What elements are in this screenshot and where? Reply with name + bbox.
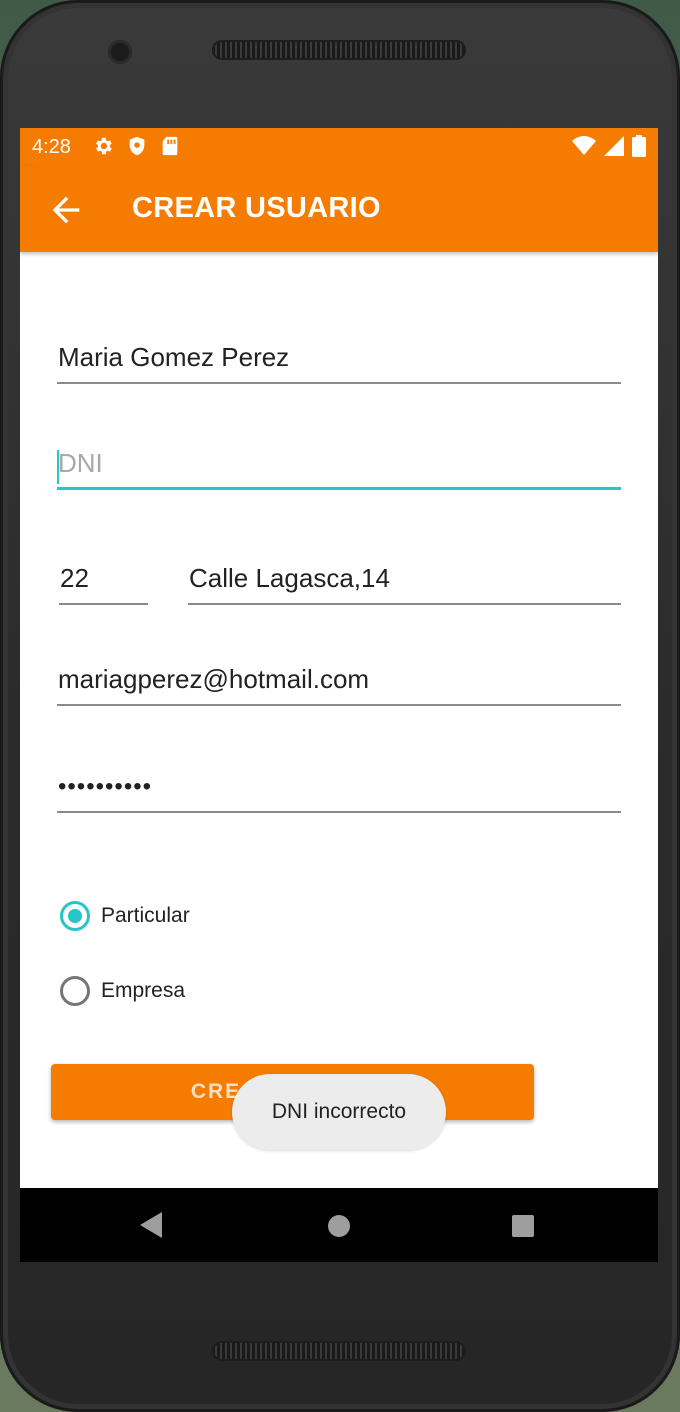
nav-home-icon[interactable] <box>328 1215 350 1237</box>
number-value: 22 <box>60 563 89 593</box>
front-camera <box>108 40 132 64</box>
number-field[interactable]: 22 <box>59 561 148 605</box>
radio-empresa[interactable] <box>60 976 90 1006</box>
dni-field[interactable]: DNI <box>57 446 621 490</box>
email-value: mariagperez@hotmail.com <box>58 664 370 694</box>
battery-icon <box>632 135 646 163</box>
page-title: CREAR USUARIO <box>132 192 381 224</box>
sd-card-icon <box>160 135 180 163</box>
navigation-bar <box>20 1188 658 1262</box>
screen: 4:28 CREAR USUARIO Maria Gomez Perez DNI… <box>20 128 658 1262</box>
dni-placeholder: DNI <box>58 448 103 478</box>
name-value: Maria Gomez Perez <box>58 342 290 372</box>
email-field[interactable]: mariagperez@hotmail.com <box>57 662 621 706</box>
address-value: Calle Lagasca,14 <box>189 563 390 593</box>
signal-icon <box>604 136 624 162</box>
status-time: 4:28 <box>32 136 71 158</box>
gear-icon <box>92 135 114 163</box>
device-frame: 4:28 CREAR USUARIO Maria Gomez Perez DNI… <box>0 0 680 1412</box>
shield-icon <box>126 135 148 163</box>
top-speaker <box>212 40 466 60</box>
bottom-speaker <box>212 1341 466 1361</box>
radio-label-particular: Particular <box>101 904 190 927</box>
toast-message: DNI incorrecto <box>232 1074 446 1150</box>
address-field[interactable]: Calle Lagasca,14 <box>188 561 621 605</box>
radio-label-empresa: Empresa <box>101 979 186 1002</box>
name-field[interactable]: Maria Gomez Perez <box>57 340 621 384</box>
nav-back-icon[interactable] <box>140 1212 164 1243</box>
arrow-left-icon[interactable] <box>46 190 86 230</box>
status-bar: 4:28 <box>20 128 658 166</box>
app-bar: CREAR USUARIO <box>20 166 658 252</box>
nav-recents-icon[interactable] <box>512 1215 534 1237</box>
password-value: •••••••••• <box>58 773 153 800</box>
radio-particular[interactable] <box>60 901 90 931</box>
password-field[interactable]: •••••••••• <box>57 769 621 813</box>
wifi-icon <box>572 136 596 162</box>
